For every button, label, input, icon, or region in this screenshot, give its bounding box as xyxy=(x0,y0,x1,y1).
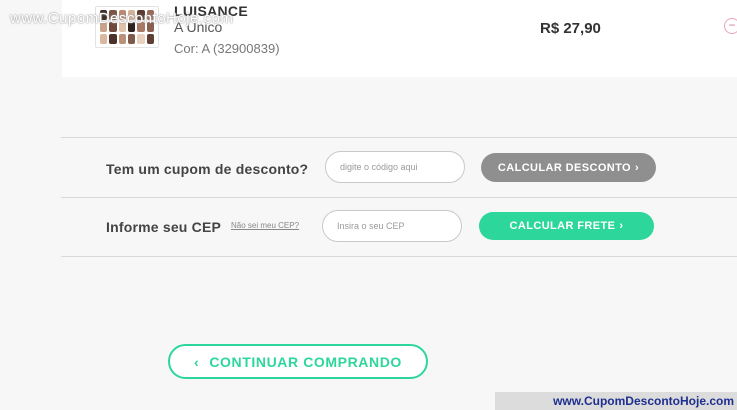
product-color: Cor: A (32900839) xyxy=(174,41,280,56)
palette-swatch xyxy=(146,34,154,44)
calculate-shipping-label: CALCULAR FRETE xyxy=(509,220,616,232)
palette-swatch xyxy=(128,34,136,44)
watermark-bottom: www.CupomDescontoHoje.com xyxy=(495,392,737,410)
coupon-input[interactable] xyxy=(325,151,465,183)
chevron-right-icon: › xyxy=(619,220,624,232)
chevron-left-icon: ‹ xyxy=(194,353,200,370)
palette-swatch xyxy=(118,34,126,44)
continue-shopping-button[interactable]: ‹ CONTINUAR COMPRANDO xyxy=(168,344,428,379)
watermark-top: www.CupomDescontoHoje.com xyxy=(10,10,234,27)
divider-bottom xyxy=(61,256,737,257)
calculate-discount-label: CALCULAR DESCONTO xyxy=(497,161,632,174)
cep-label: Informe seu CEP xyxy=(106,219,222,235)
palette-swatch xyxy=(137,34,145,44)
product-price: R$ 27,90 xyxy=(540,20,601,37)
calculate-shipping-button[interactable]: CALCULAR FRETE › xyxy=(479,212,654,240)
palette-swatch xyxy=(100,34,108,44)
continue-shopping-label: CONTINUAR COMPRANDO xyxy=(209,353,402,370)
divider-middle xyxy=(61,197,737,198)
chevron-right-icon: › xyxy=(635,161,640,174)
divider-top xyxy=(61,137,737,138)
unknown-cep-link[interactable]: Não sei meu CEP? xyxy=(231,221,299,230)
calculate-discount-button[interactable]: CALCULAR DESCONTO › xyxy=(481,153,656,182)
coupon-label: Tem um cupom de desconto? xyxy=(106,161,309,177)
remove-item-icon[interactable]: − xyxy=(724,18,737,34)
cep-input[interactable] xyxy=(322,210,462,242)
palette-swatch xyxy=(109,34,117,44)
